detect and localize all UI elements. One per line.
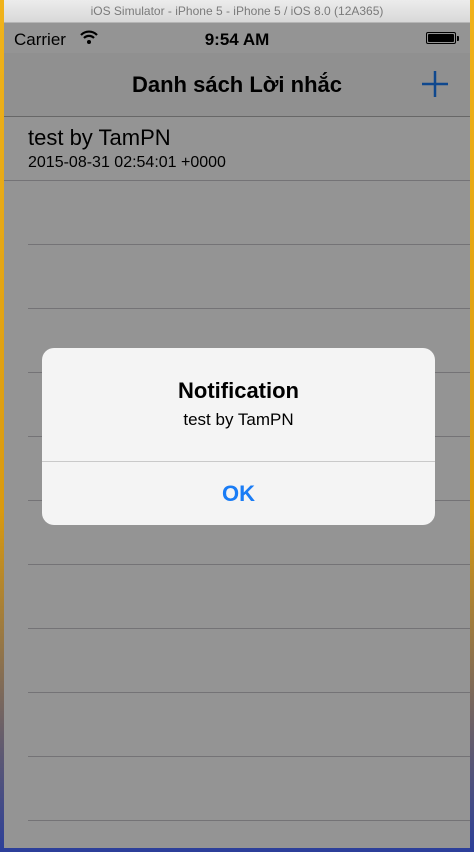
desktop-background-bottom (0, 848, 474, 852)
desktop-background-right (470, 0, 474, 852)
ok-button[interactable]: OK (42, 462, 435, 525)
iphone-screen: Carrier 9:54 AM Danh sách Lời nhắc test … (4, 23, 470, 848)
simulator-window: iOS Simulator - iPhone 5 - iPhone 5 / iO… (4, 0, 470, 848)
simulator-title: iOS Simulator - iPhone 5 - iPhone 5 / iO… (4, 0, 470, 23)
alert-title: Notification (178, 378, 299, 403)
alert-message: test by TamPN (183, 410, 294, 429)
alert-dialog: Notification test by TamPN OK (42, 348, 435, 525)
